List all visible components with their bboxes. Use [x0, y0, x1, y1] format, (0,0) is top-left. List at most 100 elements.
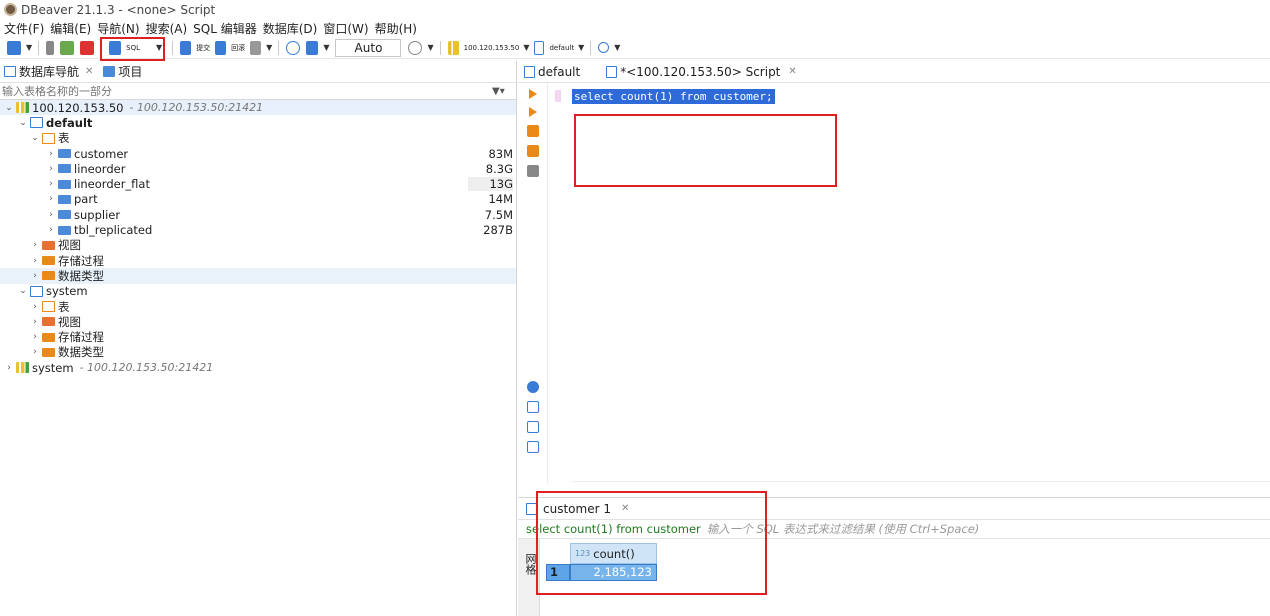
- table-size: 7.5M: [484, 207, 513, 222]
- chevron-right-icon[interactable]: ›: [30, 332, 40, 342]
- tree-views-folder[interactable]: › 视图: [0, 238, 516, 253]
- chevron-down-icon[interactable]: ⌄: [18, 118, 28, 128]
- output-icon[interactable]: [526, 441, 539, 453]
- close-icon[interactable]: ✕: [788, 66, 796, 77]
- chevron-down-icon[interactable]: ▼: [26, 43, 32, 52]
- sql-editor-text[interactable]: select count(1) from customer;: [572, 89, 775, 104]
- diagram-icon[interactable]: [306, 40, 319, 55]
- execute-statement-icon[interactable]: [528, 89, 537, 99]
- rollback-icon[interactable]: [215, 40, 227, 55]
- disconnect-icon[interactable]: [80, 40, 95, 55]
- procedures-label: 存储过程: [58, 253, 104, 268]
- chevron-right-icon[interactable]: ›: [46, 225, 56, 235]
- tables-folder-icon: [42, 132, 55, 144]
- new-connection-icon[interactable]: [7, 40, 21, 55]
- menu-window[interactable]: 窗口(W): [323, 20, 368, 37]
- tab-projects[interactable]: 项目: [103, 63, 142, 80]
- chevron-right-icon[interactable]: ›: [30, 347, 40, 357]
- plug-icon[interactable]: [46, 40, 55, 55]
- gauge-icon[interactable]: [286, 40, 301, 55]
- clock-icon[interactable]: [408, 40, 423, 55]
- table-row[interactable]: › tbl_replicated 287B: [0, 222, 516, 237]
- new-script-icon[interactable]: [526, 421, 539, 433]
- tree-database-default[interactable]: ⌄ default: [0, 115, 516, 130]
- menu-help[interactable]: 帮助(H): [375, 20, 417, 37]
- export-icon[interactable]: [526, 401, 539, 413]
- tables-folder-icon: [42, 301, 55, 312]
- chevron-right-icon[interactable]: ›: [30, 302, 40, 312]
- chevron-down-icon[interactable]: ▼: [578, 43, 584, 52]
- chevron-down-icon[interactable]: ⌄: [18, 286, 28, 296]
- chevron-down-icon[interactable]: ▼: [323, 43, 329, 52]
- connect-icon[interactable]: [60, 40, 75, 55]
- editor-tabs: default *<100.120.153.50> Script ✕: [518, 61, 1270, 83]
- tab-script[interactable]: *<100.120.153.50> Script ✕: [606, 65, 797, 79]
- menu-database[interactable]: 数据库(D): [263, 20, 318, 37]
- table-row[interactable]: › lineorder_flat 13G: [0, 176, 516, 192]
- chevron-right-icon[interactable]: ›: [46, 149, 56, 159]
- execute-script-icon[interactable]: [526, 125, 539, 137]
- transaction-icon[interactable]: [250, 40, 262, 55]
- chevron-right-icon[interactable]: ›: [46, 179, 56, 189]
- explain-plan-icon[interactable]: [526, 165, 539, 177]
- table-row[interactable]: › part 14M: [0, 192, 516, 207]
- server-icon[interactable]: [447, 40, 459, 55]
- active-schema[interactable]: default: [549, 44, 574, 52]
- menu-navigate[interactable]: 导航(N): [97, 20, 139, 37]
- chevron-right-icon[interactable]: ›: [30, 271, 40, 281]
- rollback-label[interactable]: 回滚: [231, 43, 245, 53]
- tree-database-system[interactable]: ⌄ system: [0, 284, 516, 299]
- tree-tables-folder[interactable]: › 表: [0, 299, 516, 314]
- commit-label[interactable]: 提交: [196, 43, 210, 53]
- table-row[interactable]: › supplier 7.5M: [0, 207, 516, 222]
- database-navigator-panel: 数据库导航 ✕ 项目 ▼▾ ⌄ 100.120.153.50 - 100.120…: [0, 61, 517, 616]
- menu-search[interactable]: 搜索(A): [146, 20, 188, 37]
- chevron-down-icon[interactable]: ▼: [523, 43, 529, 52]
- results-highlight-box: [536, 491, 767, 595]
- execute-statement-new-tab-icon[interactable]: [528, 107, 537, 117]
- chevron-right-icon[interactable]: ›: [30, 240, 40, 250]
- execute-script-new-tabs-icon[interactable]: [526, 145, 539, 157]
- tree-views-folder[interactable]: › 视图: [0, 314, 516, 329]
- chevron-right-icon[interactable]: ›: [46, 210, 56, 220]
- chevron-right-icon[interactable]: ›: [46, 164, 56, 174]
- schema-icon[interactable]: [534, 40, 545, 55]
- filter-icon[interactable]: ▼▾: [492, 86, 516, 97]
- chevron-right-icon[interactable]: ›: [30, 256, 40, 266]
- menu-sql-editor[interactable]: SQL 编辑器: [193, 20, 257, 37]
- menu-edit[interactable]: 编辑(E): [50, 20, 91, 37]
- datatypes-label: 数据类型: [58, 268, 104, 283]
- transaction-mode-select[interactable]: Auto: [335, 38, 402, 57]
- chevron-right-icon[interactable]: ›: [4, 363, 14, 373]
- chevron-down-icon[interactable]: ⌄: [30, 133, 40, 143]
- tree-procedures-folder[interactable]: › 存储过程: [0, 253, 516, 268]
- tree-connection-system[interactable]: › system - 100.120.153.50:21421: [0, 360, 516, 375]
- active-connection[interactable]: 100.120.153.50: [464, 44, 520, 52]
- menu-file[interactable]: 文件(F): [4, 20, 44, 37]
- chevron-down-icon[interactable]: ⌄: [4, 103, 14, 113]
- chevron-right-icon[interactable]: ›: [46, 194, 56, 204]
- horizontal-scrollbar[interactable]: [571, 481, 1270, 489]
- tree-tables-folder[interactable]: ⌄ 表: [0, 131, 516, 146]
- tree-datatypes-folder[interactable]: › 数据类型: [0, 345, 516, 360]
- chevron-down-icon[interactable]: ▼: [614, 43, 620, 52]
- toolbar-divider: [278, 40, 280, 55]
- search-icon[interactable]: [598, 42, 610, 53]
- tab-default[interactable]: default: [524, 65, 580, 79]
- tab-database-navigator[interactable]: 数据库导航 ✕: [4, 63, 93, 80]
- tree-connection[interactable]: ⌄ 100.120.153.50 - 100.120.153.50:21421: [0, 100, 516, 116]
- gear-icon[interactable]: [526, 381, 539, 393]
- chevron-right-icon[interactable]: ›: [30, 317, 40, 327]
- chevron-down-icon[interactable]: ▼: [266, 43, 272, 52]
- commit-icon[interactable]: [180, 40, 192, 55]
- table-size: 13G: [468, 177, 513, 192]
- sql-statement[interactable]: select count(1) from customer;: [572, 89, 775, 104]
- table-filter-input[interactable]: [2, 84, 492, 98]
- table-size: 14M: [488, 192, 513, 207]
- close-icon[interactable]: ✕: [85, 66, 93, 77]
- tree-datatypes-folder[interactable]: › 数据类型: [0, 268, 516, 284]
- table-row[interactable]: › customer 83M: [0, 146, 516, 161]
- tree-procedures-folder[interactable]: › 存储过程: [0, 329, 516, 344]
- table-row[interactable]: › lineorder 8.3G: [0, 161, 516, 176]
- chevron-down-icon[interactable]: ▼: [427, 43, 433, 52]
